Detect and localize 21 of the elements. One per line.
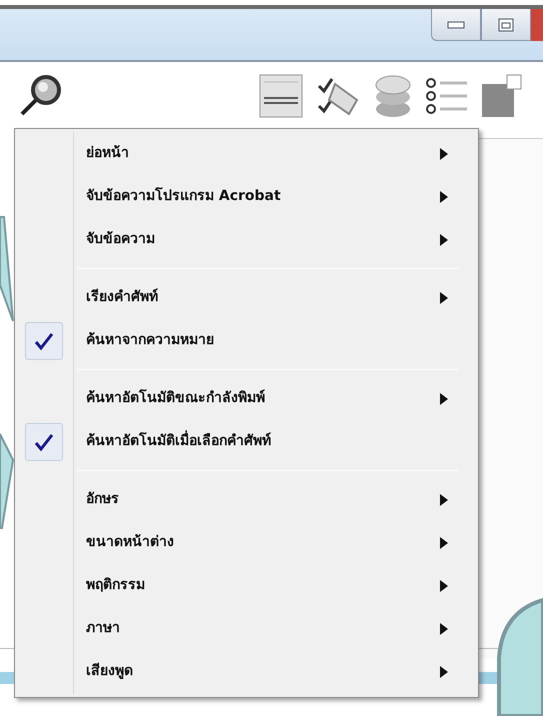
window-icon[interactable] [481,74,523,118]
menu-item[interactable]: จับข้อความ [15,218,478,261]
list-icon[interactable] [425,76,469,116]
menu-item[interactable]: ค้นหาจากความหมาย [15,319,478,362]
menu-item[interactable]: ย่อหน้า [15,132,478,175]
search-icon[interactable] [18,74,64,118]
minimize-button[interactable] [431,9,481,41]
maximize-icon [498,18,514,32]
menu-item[interactable]: ค้นหาอัตโนมัติเมื่อเลือกคำศัพท์ [15,420,478,463]
document-icon[interactable] [259,74,303,118]
menu-item[interactable]: จับข้อความโปรแกรม Acrobat [15,175,478,218]
menu-item[interactable]: ภาษา [15,607,478,650]
menu-item[interactable]: เสียงพูด [15,650,478,693]
maximize-button[interactable] [481,9,531,41]
database-icon[interactable] [373,73,413,119]
menu-item[interactable]: ค้นหาอัตโนมัติขณะกำลังพิมพ์ [15,377,478,420]
minimize-icon [447,20,465,28]
menu-item[interactable]: พฤติกรรม [15,564,478,607]
menu-item[interactable]: ขนาดหน้าต่าง [15,521,478,564]
menu-item[interactable]: อักษร [15,478,478,521]
menu-item[interactable]: เรียงคำศัพท์ [15,276,478,319]
